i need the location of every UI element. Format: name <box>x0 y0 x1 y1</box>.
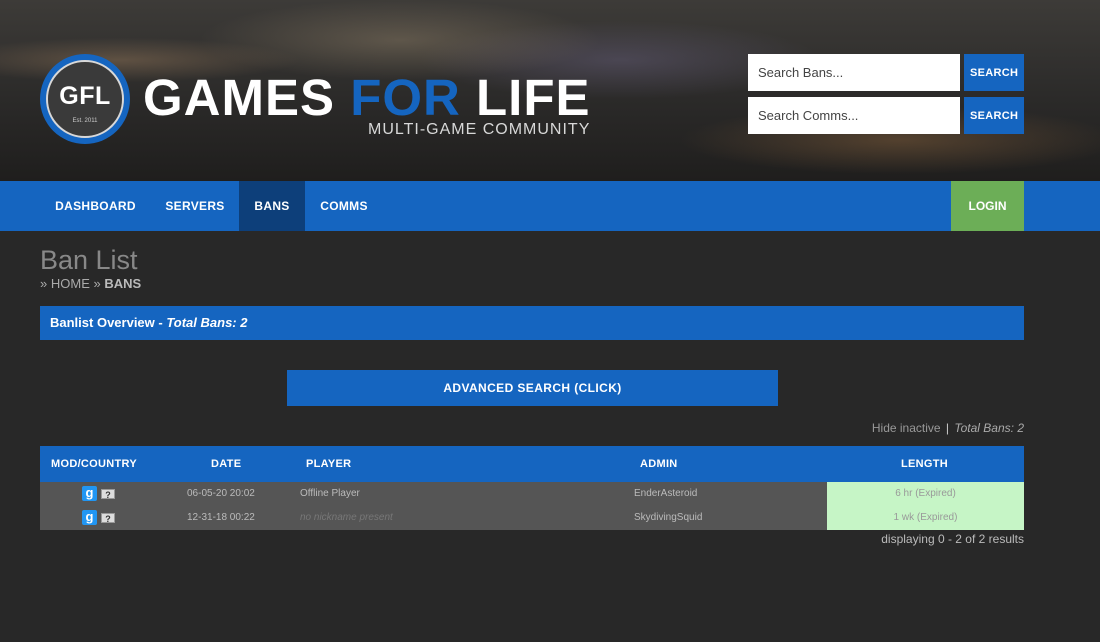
brand-subtitle: MULTI-GAME COMMUNITY <box>368 121 591 138</box>
breadcrumb-sep: » <box>40 276 48 291</box>
logo-text: GFL <box>59 82 111 110</box>
brand-word-games: GAMES <box>143 69 351 126</box>
ban-player: no nickname present <box>300 512 393 523</box>
results-count: displaying 0 - 2 of 2 results <box>881 532 1024 546</box>
breadcrumb: » HOME » BANS <box>40 276 141 291</box>
search-bans-button[interactable]: SEARCH <box>964 54 1024 91</box>
hide-inactive-bar: Hide inactive | Total Bans: 2 <box>872 421 1024 435</box>
table-header: MOD/COUNTRY DATE PLAYER ADMIN LENGTH <box>40 446 1024 482</box>
page-title: Ban List <box>40 245 138 275</box>
search-comms-input[interactable] <box>748 97 960 134</box>
col-length: LENGTH <box>901 458 949 470</box>
overview-total: Total Bans: 2 <box>166 315 248 330</box>
logo-est-text: Est. 2011 <box>72 118 98 124</box>
brand-title[interactable]: GAMES FOR LIFE <box>143 70 591 126</box>
login-button[interactable]: LOGIN <box>951 181 1024 231</box>
breadcrumb-sep: » <box>93 276 101 291</box>
main-nav: DASHBOARD SERVERS BANS COMMS LOGIN <box>0 181 1100 231</box>
header-banner: GFL Est. 2011 GAMES FOR LIFE MULTI-GAME … <box>0 0 1100 181</box>
brand-word-for: FOR <box>350 69 461 126</box>
search-bans-input[interactable] <box>748 54 960 91</box>
breadcrumb-current: BANS <box>104 276 142 291</box>
brand-word-life: LIFE <box>460 69 591 126</box>
unknown-country-flag-icon: ? <box>101 513 115 524</box>
col-admin: ADMIN <box>640 458 678 470</box>
col-mod-country: MOD/COUNTRY <box>51 458 137 470</box>
ban-table: MOD/COUNTRY DATE PLAYER ADMIN LENGTH g ?… <box>40 446 1024 530</box>
col-player: PLAYER <box>306 458 352 470</box>
hide-inactive-sep: | <box>945 421 950 435</box>
ban-length: 6 hr (Expired) <box>827 482 1024 506</box>
search-comms-button[interactable]: SEARCH <box>964 97 1024 134</box>
ban-player: Offline Player <box>300 488 360 499</box>
nav-servers[interactable]: SERVERS <box>151 181 239 231</box>
ban-date: 12-31-18 00:22 <box>187 512 255 523</box>
nav-dashboard[interactable]: DASHBOARD <box>40 181 151 231</box>
gmod-icon: g <box>82 510 97 525</box>
ban-admin: SkydivingSquid <box>634 512 703 523</box>
ban-admin: EnderAsteroid <box>634 488 698 499</box>
ban-length: 1 wk (Expired) <box>827 506 1024 530</box>
hide-inactive-link[interactable]: Hide inactive <box>872 421 941 435</box>
unknown-country-flag-icon: ? <box>101 489 115 500</box>
table-row[interactable]: g ? 12-31-18 00:22 no nickname present S… <box>40 506 1024 530</box>
banlist-overview-header: Banlist Overview - Total Bans: 2 <box>40 306 1024 340</box>
nav-bans[interactable]: BANS <box>239 181 305 231</box>
col-date: DATE <box>211 458 242 470</box>
gmod-icon: g <box>82 486 97 501</box>
advanced-search-button[interactable]: ADVANCED SEARCH (CLICK) <box>287 370 778 406</box>
ban-date: 06-05-20 20:02 <box>187 488 255 499</box>
overview-label: Banlist Overview - <box>50 315 167 330</box>
table-row[interactable]: g ? 06-05-20 20:02 Offline Player EnderA… <box>40 482 1024 506</box>
total-bans-count: Total Bans: 2 <box>954 421 1024 435</box>
nav-comms[interactable]: COMMS <box>305 181 383 231</box>
breadcrumb-home[interactable]: HOME <box>51 276 90 291</box>
